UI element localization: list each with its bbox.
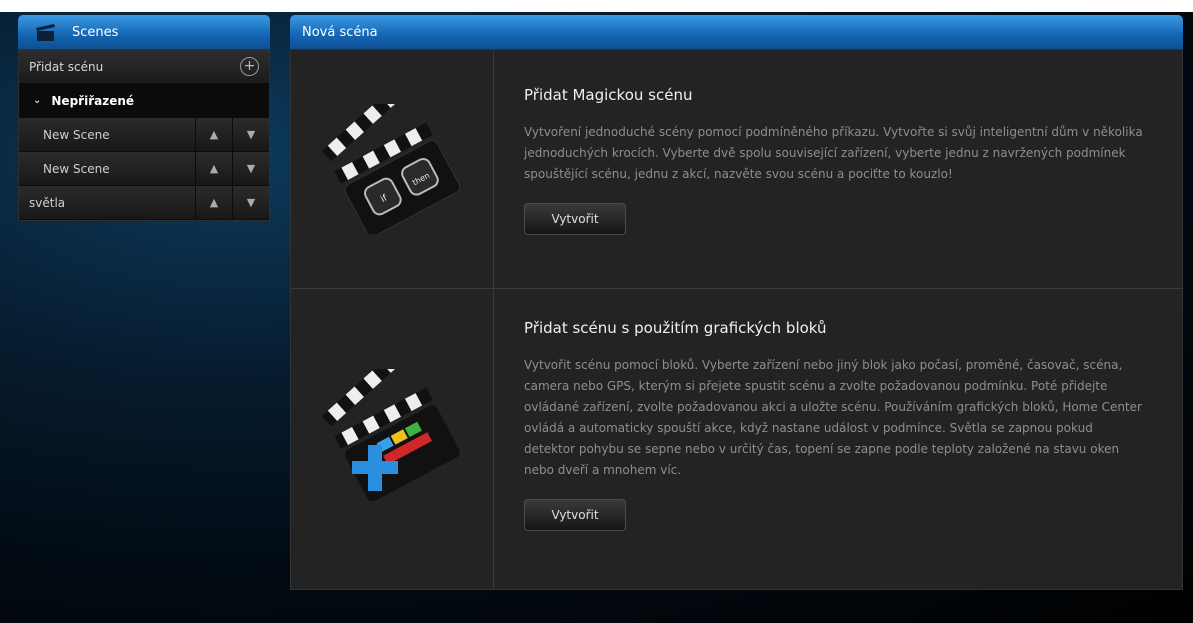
scene-options: if then Přidat Magickou scénu Vytvoření … (290, 50, 1183, 590)
sidebar-header: Scenes (18, 15, 270, 50)
block-clapperboard-icon (291, 289, 494, 589)
move-up-icon[interactable]: ▲ (195, 186, 232, 219)
magic-scene-title: Přidat Magickou scénu (524, 86, 693, 104)
create-magic-scene-button[interactable]: Vytvořit (524, 203, 626, 235)
move-up-icon[interactable]: ▲ (195, 118, 232, 151)
add-scene-label: Přidat scénu (29, 59, 104, 74)
new-scene-panel: Nová scéna if then Přidat Magickou scénu… (290, 15, 1183, 590)
magic-clapperboard-icon: if then (291, 50, 494, 288)
block-scene-option: Přidat scénu s použitím grafických bloků… (291, 289, 1182, 589)
scene-item[interactable]: New Scene ▲ ▼ (19, 152, 269, 186)
block-scene-title: Přidat scénu s použitím grafických bloků (524, 319, 827, 337)
scenes-sidebar: Scenes Přidat scénu + ⌄ Nepřiřazené New … (18, 15, 270, 221)
group-label: Nepřiřazené (51, 93, 135, 108)
group-unassigned[interactable]: ⌄ Nepřiřazené (19, 84, 269, 118)
chevron-down-icon: ⌄ (33, 95, 42, 106)
scene-item[interactable]: New Scene ▲ ▼ (19, 118, 269, 152)
block-scene-description: Vytvořit scénu pomocí bloků. Vyberte zař… (524, 358, 1142, 477)
scene-item[interactable]: světla ▲ ▼ (19, 186, 269, 220)
magic-scene-option: if then Přidat Magickou scénu Vytvoření … (291, 50, 1182, 289)
sidebar-title: Scenes (72, 24, 119, 40)
move-down-icon[interactable]: ▼ (232, 186, 269, 219)
move-down-icon[interactable]: ▼ (232, 118, 269, 151)
main-title: Nová scéna (302, 24, 378, 40)
clapperboard-icon (34, 22, 56, 42)
top-strip (0, 0, 1193, 12)
sidebar-list: Přidat scénu + ⌄ Nepřiřazené New Scene ▲… (18, 50, 270, 221)
scene-label: New Scene (43, 127, 110, 142)
main-header: Nová scéna (290, 15, 1183, 50)
scene-label: New Scene (43, 161, 110, 176)
magic-scene-description: Vytvoření jednoduché scény pomocí podmín… (524, 125, 1143, 181)
scene-label: světla (29, 195, 66, 210)
move-up-icon[interactable]: ▲ (195, 152, 232, 185)
add-scene-button[interactable]: Přidat scénu + (19, 50, 269, 84)
create-block-scene-button[interactable]: Vytvořit (524, 499, 626, 531)
move-down-icon[interactable]: ▼ (232, 152, 269, 185)
plus-circle-icon[interactable]: + (240, 57, 259, 76)
